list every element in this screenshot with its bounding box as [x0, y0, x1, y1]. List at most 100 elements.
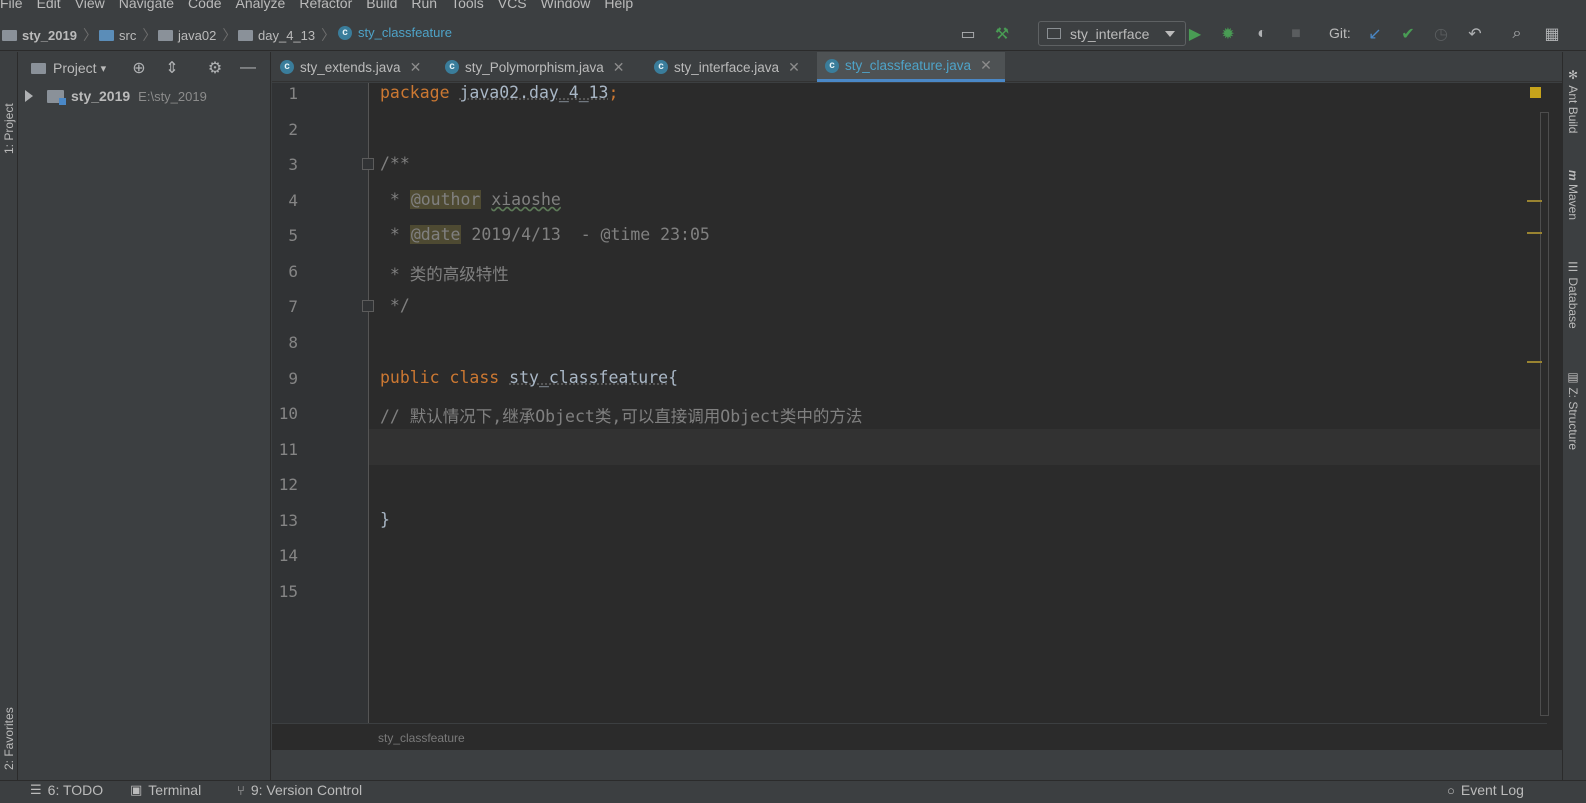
menu-item-code[interactable]: Code	[181, 0, 228, 11]
git-update-icon[interactable]: ↙	[1365, 24, 1385, 44]
line-number: 11	[278, 440, 298, 459]
ant-build-tool-button[interactable]: ✻ Ant Build	[1566, 68, 1580, 133]
navigation-bar: sty_2019 〉 src 〉 java02 〉 day_4_13 〉 c sty_c…	[0, 16, 1586, 51]
favorites-tool-button[interactable]: 2: Favorites	[0, 670, 18, 770]
event-log-tool-button[interactable]: ○ Event Log	[1447, 782, 1524, 798]
expand-arrow-icon[interactable]	[25, 90, 33, 102]
tab-sty_extends[interactable]: c sty_extends.java ✕	[272, 52, 436, 82]
project-panel: Project ▾ ⊕ ⇕ ⚙ — sty_2019 E:\sty_2019	[19, 52, 271, 780]
code-line-4: * @outhor xiaoshe	[380, 190, 561, 209]
gear-icon[interactable]: ⚙	[205, 58, 225, 78]
database-tool-button[interactable]: ☰ Database	[1566, 260, 1580, 329]
warning-marker[interactable]	[1527, 361, 1542, 363]
run-configuration-select[interactable]: sty_interface	[1038, 21, 1186, 46]
tab-sty_Polymorphism[interactable]: c sty_Polymorphism.java ✕	[437, 52, 645, 82]
line-number: 9	[288, 369, 298, 388]
version-control-tool-button[interactable]: ⑂ 9: Version Control	[237, 782, 362, 798]
line-number: 8	[288, 333, 298, 352]
run-window-icon[interactable]: ▭	[958, 24, 978, 44]
build-hammer-icon[interactable]: ⚒	[992, 24, 1012, 44]
terminal-tool-button[interactable]: ▣ Terminal	[130, 782, 201, 798]
code-line-6: * 类的高级特性	[380, 265, 509, 284]
close-icon[interactable]: ✕	[613, 59, 625, 76]
code-line-10: // 默认情况下,继承Object类,可以直接调用Object类中的方法	[380, 407, 863, 426]
code-line-1: package java02.day_4_13;	[380, 83, 619, 102]
menu-item-vcs[interactable]: VCS	[491, 0, 534, 11]
structure-icon: ▤	[1566, 370, 1580, 388]
fold-toggle-icon[interactable]	[362, 158, 374, 170]
warning-marker[interactable]	[1527, 232, 1542, 234]
line-number: 15	[278, 582, 298, 601]
menu-item-help[interactable]: Help	[597, 0, 640, 11]
line-number: 2	[288, 120, 298, 139]
tab-sty_classfeature[interactable]: c sty_classfeature.java ✕	[817, 52, 1005, 82]
ant-icon: ✻	[1566, 68, 1580, 86]
class-icon: c	[338, 25, 352, 40]
project-folder-icon	[2, 29, 17, 41]
breadcrumb-project[interactable]: sty_2019 〉	[2, 25, 97, 45]
menu-item-build[interactable]: Build	[359, 0, 404, 11]
menu-item-navigate[interactable]: Navigate	[112, 0, 181, 11]
maven-tool-button[interactable]: m Maven	[1566, 170, 1580, 220]
chevron-down-icon	[1165, 31, 1175, 37]
project-tool-button[interactable]: 1: Project	[0, 64, 18, 154]
menu-item-run[interactable]: Run	[404, 0, 444, 11]
terminal-icon: ▣	[130, 782, 143, 797]
line-number: 13	[278, 511, 298, 530]
close-icon[interactable]: ✕	[788, 59, 800, 76]
breadcrumb-day_4_13[interactable]: day_4_13 〉	[238, 25, 335, 45]
left-tool-stripe: 1: Project 2: Favorites	[0, 52, 18, 780]
package-folder-icon	[158, 29, 173, 41]
project-structure-icon[interactable]: ▦	[1542, 24, 1562, 44]
git-commit-icon[interactable]: ✔	[1398, 24, 1418, 44]
line-number: 12	[278, 475, 298, 494]
breadcrumb-java02[interactable]: java02 〉	[158, 25, 236, 45]
menu-item-refactor[interactable]: Refactor	[292, 0, 359, 11]
line-number: 1	[288, 84, 298, 103]
class-icon: c	[280, 60, 294, 74]
close-icon[interactable]: ✕	[410, 59, 422, 76]
revert-icon[interactable]: ↶	[1465, 24, 1485, 44]
breadcrumb-src[interactable]: src 〉	[99, 25, 156, 45]
project-view-selector[interactable]: Project ▾	[31, 60, 106, 76]
menu-item-analyze[interactable]: Analyze	[229, 0, 293, 11]
tree-item-sty_2019[interactable]: sty_2019 E:\sty_2019	[19, 86, 271, 106]
menu-item-window[interactable]: Window	[534, 0, 598, 11]
locate-icon[interactable]: ⊕	[129, 58, 149, 78]
menu-item-view[interactable]: View	[68, 0, 112, 11]
search-icon[interactable]: ⌕	[1507, 24, 1527, 44]
structure-tool-button[interactable]: ▤ Z: Structure	[1566, 370, 1580, 450]
source-folder-icon	[99, 29, 114, 41]
menu-item-tools[interactable]: Tools	[444, 0, 491, 11]
config-icon	[1047, 28, 1061, 39]
coverage-icon[interactable]: ◐	[1252, 24, 1272, 44]
hide-icon[interactable]: —	[238, 58, 258, 78]
current-line-highlight	[272, 429, 1547, 465]
collapse-all-icon[interactable]: ⇕	[162, 58, 182, 78]
list-icon: ☰	[30, 782, 42, 797]
git-history-icon[interactable]: ◷	[1431, 24, 1451, 44]
editor-breadcrumb-bar: sty_classfeature	[272, 723, 1547, 750]
class-icon: c	[825, 58, 839, 73]
breadcrumb-class[interactable]: c sty_classfeature	[338, 25, 452, 40]
code-editor[interactable]: 1 2 3 4 5 6 7 8 9 10 11 12 13 14 15 pack…	[272, 83, 1547, 750]
menu-item-file[interactable]: File	[0, 0, 30, 11]
tab-sty_interface[interactable]: c sty_interface.java ✕	[646, 52, 814, 82]
inspection-status-icon[interactable]	[1530, 87, 1541, 98]
editor-breadcrumb[interactable]: sty_classfeature	[378, 731, 465, 745]
run-icon[interactable]: ▶	[1185, 24, 1205, 44]
git-label: Git:	[1329, 25, 1351, 41]
todo-tool-button[interactable]: ☰ 6: TODO	[30, 782, 103, 798]
branch-icon: ⑂	[237, 782, 245, 798]
debug-icon[interactable]: ✹	[1218, 24, 1238, 44]
code-line-13: }	[380, 510, 390, 529]
menu-item-edit[interactable]: Edit	[30, 0, 68, 11]
stop-icon[interactable]: ■	[1286, 24, 1306, 44]
database-icon: ☰	[1566, 260, 1580, 278]
vertical-scrollbar[interactable]	[1540, 112, 1549, 716]
close-icon[interactable]: ✕	[980, 57, 992, 74]
line-number: 10	[278, 404, 298, 423]
class-icon: c	[445, 60, 459, 74]
warning-marker[interactable]	[1527, 200, 1542, 202]
fold-toggle-icon[interactable]	[362, 300, 374, 312]
